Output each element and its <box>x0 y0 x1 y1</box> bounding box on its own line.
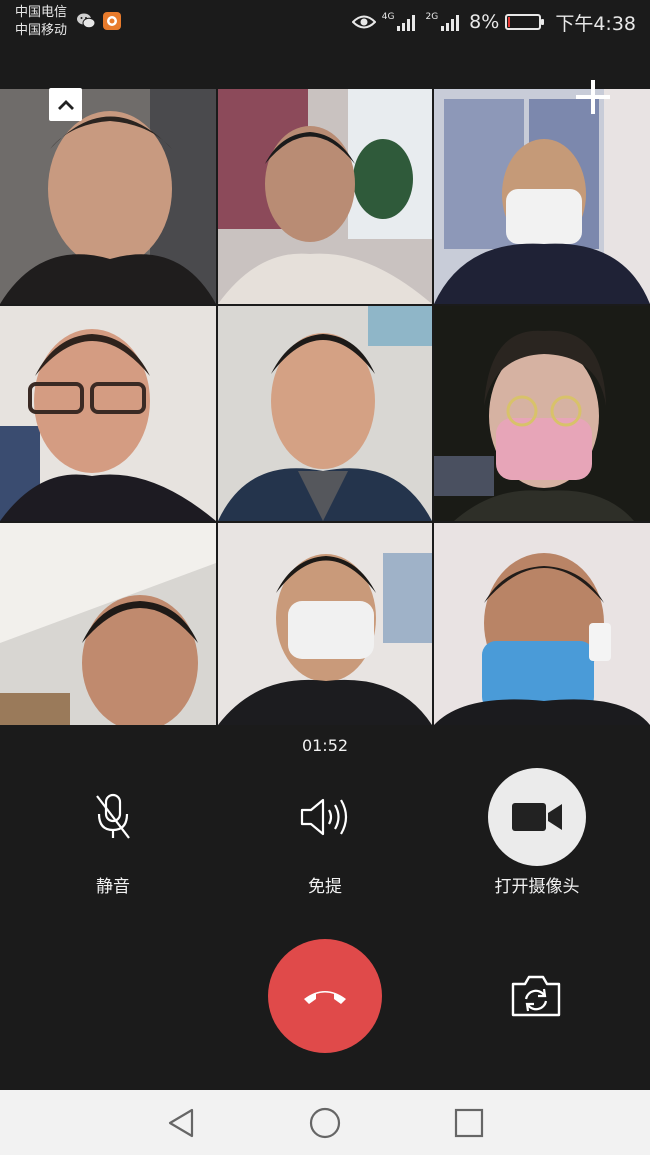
signal-4g: 4G <box>382 13 420 31</box>
mute-label: 静音 <box>96 877 130 897</box>
chevron-up-icon <box>57 99 74 110</box>
video-camera-icon <box>512 803 562 831</box>
home-icon[interactable] <box>308 1106 342 1140</box>
participant-video-5[interactable] <box>218 306 432 521</box>
participant-video-2[interactable] <box>218 89 432 304</box>
back-icon[interactable] <box>164 1106 198 1140</box>
battery-level <box>508 17 511 27</box>
hang-up-button[interactable] <box>268 939 382 1053</box>
participant-video-6[interactable] <box>434 306 650 521</box>
collapse-button[interactable] <box>49 88 82 121</box>
app-notification-icon <box>103 12 121 30</box>
carrier-info: 中国电信 中国移动 <box>15 4 67 40</box>
participant-video-9[interactable] <box>434 523 650 725</box>
participant-video-1[interactable] <box>0 89 216 304</box>
notification-icons <box>76 12 122 30</box>
carrier-2: 中国移动 <box>15 23 68 38</box>
recent-apps-icon[interactable] <box>452 1106 486 1140</box>
network-type-2: 2G <box>425 12 439 22</box>
battery-icon <box>505 14 545 30</box>
carrier-1: 中国电信 <box>15 5 68 20</box>
add-member-icon[interactable] <box>574 78 612 116</box>
speaker-icon <box>300 798 348 836</box>
participant-video-7[interactable] <box>0 523 216 725</box>
participant-video-4[interactable] <box>0 306 216 521</box>
speaker-label: 免提 <box>308 877 342 897</box>
microphone-mute-icon <box>96 793 130 839</box>
participant-video-3[interactable] <box>434 89 650 304</box>
signal-2g: 2G <box>425 13 463 31</box>
participant-video-8[interactable] <box>218 523 432 725</box>
camera-label: 打开摄像头 <box>494 877 580 897</box>
mute-button[interactable]: 静音 <box>13 768 213 897</box>
call-duration: 01:52 <box>301 736 349 755</box>
wechat-icon <box>77 13 96 29</box>
camera-button-circle[interactable] <box>488 768 586 866</box>
status-indicators: 4G 2G 8% 下午4:38 <box>351 8 636 36</box>
hang-up-phone-icon <box>304 991 346 1004</box>
video-grid <box>0 89 650 725</box>
network-type-1: 4G <box>381 12 395 22</box>
navigation-bar <box>0 1090 650 1155</box>
clock: 下午4:38 <box>555 12 636 35</box>
camera-button[interactable]: 打开摄像头 <box>437 768 637 897</box>
battery-percent: 8% <box>469 11 500 33</box>
signal-bars-icon <box>397 15 416 31</box>
signal-bars-icon <box>441 15 460 31</box>
switch-camera-icon[interactable] <box>509 972 563 1020</box>
speaker-button[interactable]: 免提 <box>225 768 425 897</box>
eye-comfort-icon <box>351 15 376 29</box>
status-bar: 中国电信 中国移动 4G 2G 8% 下午4:38 <box>0 0 650 45</box>
